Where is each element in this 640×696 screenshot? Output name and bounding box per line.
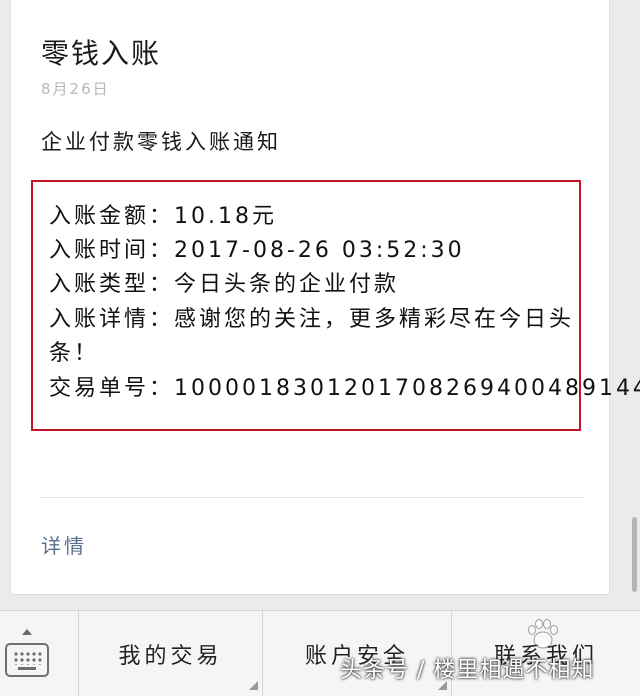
detail-row-info-cont: 条！ xyxy=(49,335,99,367)
detail-value-continued: 条！ xyxy=(49,341,100,366)
detail-row-order-no: 交易单号：1000018301201708269400489144 xyxy=(49,370,640,402)
detail-value: 今日头条的企业付款 xyxy=(174,272,400,297)
message-title: 零钱入账 xyxy=(41,37,162,70)
menu-label: 我的交易 xyxy=(118,643,223,669)
message-date: 8月26日 xyxy=(41,80,110,98)
detail-value: 2017-08-26 03:52:30 xyxy=(174,238,465,263)
detail-key: 交易单号： xyxy=(49,376,175,401)
submenu-indicator-icon xyxy=(249,681,258,690)
detail-row-type: 入账类型：今日头条的企业付款 xyxy=(49,266,399,298)
message-card: 零钱入账 8月26日 企业付款零钱入账通知 入账金额：10.18元 入账时间：2… xyxy=(10,0,640,595)
keyboard-toggle-button[interactable] xyxy=(0,611,79,696)
detail-value: 感谢您的关注，更多精彩尽在今日头 xyxy=(174,307,575,332)
details-link[interactable]: 详情 xyxy=(41,530,87,559)
message-intro: 企业付款零钱入账通知 xyxy=(41,130,281,154)
highlighted-details-box: 入账金额：10.18元 入账时间：2017-08-26 03:52:30 入账类… xyxy=(31,180,640,431)
detail-key: 入账时间： xyxy=(49,238,175,263)
divider xyxy=(39,497,584,498)
scrollbar[interactable] xyxy=(632,517,637,592)
detail-value: 1000018301201708269400489144 xyxy=(174,376,640,401)
detail-key: 入账金额： xyxy=(49,204,175,229)
paw-watermark-icon xyxy=(528,619,558,649)
detail-row-time: 入账时间：2017-08-26 03:52:30 xyxy=(49,232,465,264)
watermark-text: 头条号 / 楼里相遇不相知 xyxy=(340,658,595,683)
detail-row-info: 入账详情：感谢您的关注，更多精彩尽在今日头 xyxy=(49,301,574,333)
caret-up-icon xyxy=(22,629,32,635)
detail-value: 10.18元 xyxy=(174,204,277,229)
detail-row-amount: 入账金额：10.18元 xyxy=(49,198,277,230)
detail-key: 入账类型： xyxy=(49,272,175,297)
detail-key: 入账详情： xyxy=(49,307,175,332)
keyboard-icon xyxy=(5,643,49,677)
menu-my-transactions[interactable]: 我的交易 xyxy=(79,611,263,696)
